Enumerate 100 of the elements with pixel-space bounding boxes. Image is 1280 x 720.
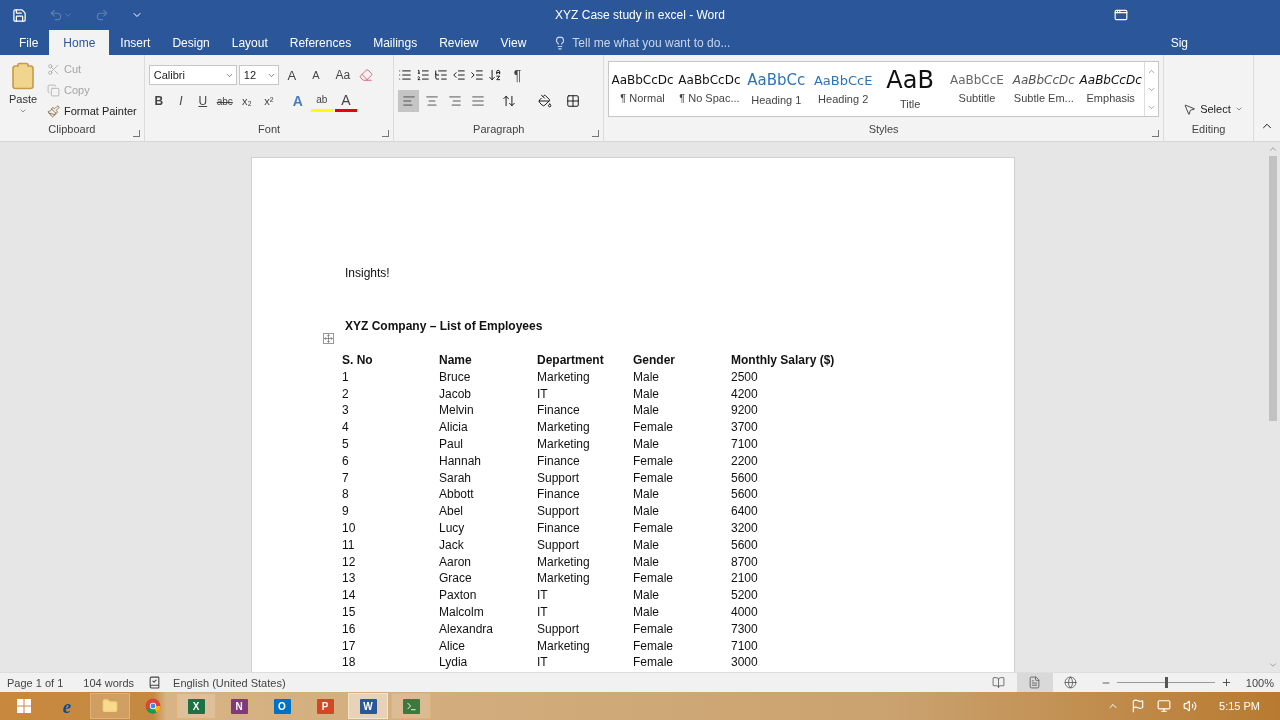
- table-cell-text: Marketing: [537, 571, 591, 587]
- zoom-level[interactable]: 100%: [1245, 676, 1274, 689]
- ribbon-tab[interactable]: Layout: [220, 30, 279, 55]
- table-cell-text: 8: [342, 487, 350, 503]
- ribbon-tab[interactable]: Review: [428, 30, 490, 55]
- style-item[interactable]: AaBbCc Heading 1: [742, 62, 810, 116]
- ribbon-tab[interactable]: Design: [161, 30, 221, 55]
- folder-icon: [102, 698, 118, 714]
- format-button[interactable]: x²: [258, 90, 279, 112]
- table-cell-text: Marketing: [537, 638, 591, 654]
- save-icon[interactable]: [12, 7, 27, 23]
- undo-icon[interactable]: [49, 8, 73, 22]
- scroll-up-icon: [1268, 144, 1278, 154]
- table-move-handle[interactable]: [323, 333, 334, 344]
- font-size-field[interactable]: 12: [238, 65, 279, 85]
- table-cell-text: 1: [342, 369, 350, 385]
- change-case-button[interactable]: Aa: [328, 64, 357, 86]
- column-header: S. No: [342, 353, 374, 368]
- ribbon-tab[interactable]: Mailings: [362, 30, 429, 55]
- format-button[interactable]: I: [170, 90, 191, 112]
- caret-icon: [19, 107, 27, 115]
- redo-icon[interactable]: [95, 8, 109, 22]
- page-view-button[interactable]: [1016, 672, 1053, 693]
- style-item[interactable]: AaBbCcE Heading 2: [809, 62, 877, 116]
- align-left-icon[interactable]: [398, 90, 420, 112]
- table-cell-text: Alice: [439, 638, 466, 654]
- numbering-icon: [416, 68, 431, 82]
- grow-font-button[interactable]: A: [280, 64, 303, 86]
- font-color-button[interactable]: A: [334, 90, 357, 112]
- table-cell-text: IT: [537, 386, 549, 402]
- network-icon[interactable]: [1157, 699, 1172, 713]
- style-item[interactable]: AaBbCcDc ¶ Normal: [609, 62, 676, 116]
- lines-icon: [447, 94, 462, 108]
- table-cell-text: 4200: [731, 386, 759, 402]
- app-icon: P: [316, 698, 334, 714]
- sign-in-link[interactable]: Sig: [1170, 35, 1188, 50]
- page-count[interactable]: Page 1 of 1: [7, 676, 64, 689]
- paste-button[interactable]: Paste: [4, 59, 42, 123]
- group-label: Font: [257, 123, 282, 137]
- taskbar-app[interactable]: N: [219, 693, 259, 719]
- ribbon-tab[interactable]: File: [8, 30, 50, 55]
- window-title: XYZ Case study in excel - Word: [555, 8, 725, 22]
- style-item[interactable]: AaBbCcDc Subtle Em...: [1010, 62, 1078, 116]
- show-marks-button[interactable]: ¶: [506, 64, 529, 86]
- ribbon-tab[interactable]: Home: [49, 30, 110, 55]
- table-cell-text: IT: [537, 604, 549, 620]
- launcher-icon[interactable]: [382, 130, 390, 137]
- table-cell-text: Support: [537, 470, 581, 486]
- flag-icon[interactable]: [1131, 699, 1146, 713]
- table-cell-text: Bruce: [439, 369, 472, 385]
- table-cell-text: 3: [342, 403, 350, 419]
- format-button[interactable]: B: [148, 90, 169, 112]
- volume-icon[interactable]: [1183, 699, 1198, 713]
- proofing-icon[interactable]: [148, 676, 162, 689]
- format-button[interactable]: x₂: [236, 90, 257, 112]
- decrease-indent-icon: [452, 68, 467, 82]
- launcher-icon[interactable]: [132, 130, 140, 137]
- style-item[interactable]: AaBbCcE Subtitle: [943, 62, 1011, 116]
- globe-icon: [1064, 676, 1078, 689]
- launcher-icon[interactable]: [592, 130, 600, 137]
- font-name-field[interactable]: Calibri: [148, 65, 237, 85]
- table-cell-text: 12: [342, 554, 357, 570]
- taskbar-app[interactable]: W: [348, 693, 388, 719]
- taskbar-app[interactable]: O: [262, 693, 302, 719]
- zoom-thumb[interactable]: [1164, 677, 1168, 688]
- taskbar-app[interactable]: P: [305, 693, 345, 719]
- copy-icon: [47, 83, 60, 97]
- ribbon-tab[interactable]: References: [278, 30, 363, 55]
- select-button[interactable]: Select: [1180, 99, 1249, 119]
- language-indicator[interactable]: English (United States): [173, 676, 286, 689]
- ribbon-tab[interactable]: View: [489, 30, 538, 55]
- table-cell-text: Melvin: [439, 403, 475, 419]
- launcher-icon[interactable]: [1152, 130, 1160, 137]
- format-button[interactable]: U: [192, 90, 213, 112]
- word-count[interactable]: 104 words: [83, 676, 135, 689]
- text-effects-button[interactable]: A: [286, 90, 309, 112]
- ribbon-display-icon[interactable]: [1114, 8, 1128, 22]
- table-cell-text: Male: [633, 588, 660, 604]
- table-cell-text: 4000: [731, 604, 759, 620]
- clipboard-button[interactable]: Format Painter: [44, 101, 140, 121]
- table-cell-text: 2: [342, 386, 350, 402]
- shrink-font-button[interactable]: A: [304, 64, 327, 86]
- taskbar-app[interactable]: X: [176, 693, 216, 719]
- table-cell-text: 15: [342, 604, 357, 620]
- table-cell-text: 6400: [731, 504, 759, 520]
- table-cell-text: 16: [342, 621, 357, 637]
- taskbar-app[interactable]: [90, 693, 130, 719]
- format-button[interactable]: abc: [214, 90, 235, 112]
- ribbon-tab[interactable]: Insert: [109, 30, 162, 55]
- taskbar-app[interactable]: [391, 693, 431, 719]
- style-item[interactable]: AaBbCcDc ¶ No Spac...: [676, 62, 743, 116]
- table-cell-text: 10: [342, 520, 357, 536]
- style-item[interactable]: AaBbCcDc Emphasis: [1077, 62, 1145, 116]
- tell-me-field[interactable]: Tell me what you want to do...: [572, 35, 731, 50]
- highlight-button[interactable]: ab: [310, 90, 333, 112]
- style-item[interactable]: AaB Title: [876, 62, 944, 116]
- table-cell-text: 7300: [731, 621, 759, 637]
- table-cell-text: Female: [633, 453, 674, 469]
- table-cell-text: 9200: [731, 403, 759, 419]
- zoom-in-icon[interactable]: [1220, 677, 1232, 688]
